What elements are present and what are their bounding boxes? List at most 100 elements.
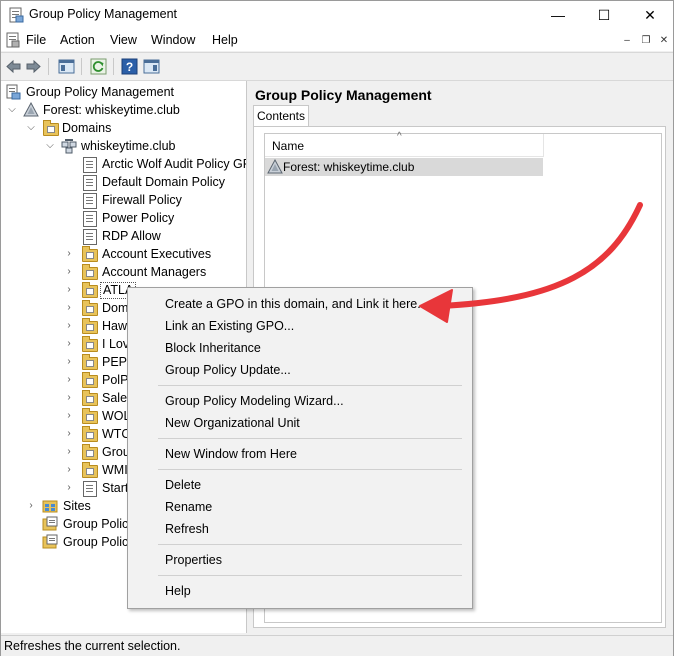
tree-item-gpo-link[interactable]: Firewall Policy xyxy=(81,191,245,209)
menu-separator xyxy=(158,544,462,545)
refresh-icon[interactable] xyxy=(90,58,107,75)
tree-item-domains[interactable]: ⌵ Domains xyxy=(26,119,245,137)
show-hide-console-tree-icon[interactable] xyxy=(58,58,75,75)
menu-item-create-gpo-and-link[interactable]: Create a GPO in this domain, and Link it… xyxy=(165,295,428,313)
menu-item-delete[interactable]: Delete xyxy=(165,476,201,494)
menu-separator xyxy=(158,385,462,386)
tree-label: Arctic Wolf Audit Policy GPO xyxy=(102,157,247,171)
ou-folder-icon xyxy=(81,372,98,388)
column-header-name[interactable]: ^ Name xyxy=(265,131,544,157)
toolbar: ? xyxy=(1,52,673,81)
toolbar-separator xyxy=(81,58,82,75)
mdi-minimize-button[interactable]: – xyxy=(619,33,635,47)
back-arrow-icon[interactable] xyxy=(5,58,22,75)
menu-item-rename[interactable]: Rename xyxy=(165,498,212,516)
menu-item-link-existing-gpo[interactable]: Link an Existing GPO... xyxy=(165,317,294,335)
menu-item-modeling-wizard[interactable]: Group Policy Modeling Wizard... xyxy=(165,392,344,410)
tree-label: Account Managers xyxy=(102,265,207,279)
menu-item-block-inheritance[interactable]: Block Inheritance xyxy=(165,339,261,357)
tree-label: Group Policy Management xyxy=(26,85,174,99)
chevron-right-icon[interactable]: › xyxy=(64,407,74,425)
ou-folder-icon xyxy=(81,444,98,460)
menu-item-new-window[interactable]: New Window from Here xyxy=(165,445,297,463)
ou-folder-icon xyxy=(81,354,98,370)
gpo-link-icon xyxy=(81,192,97,209)
menu-view[interactable]: View xyxy=(110,33,137,47)
chevron-down-icon[interactable]: ⌵ xyxy=(7,101,17,119)
tree-label: PEP xyxy=(102,355,128,369)
tree-item-gpo-link[interactable]: Power Policy xyxy=(81,209,245,227)
ou-folder-icon xyxy=(81,408,98,424)
tree-label: Dom xyxy=(102,301,129,315)
tree-item-gpo-link[interactable]: Default Domain Policy xyxy=(81,173,245,191)
menu-item-group-policy-update[interactable]: Group Policy Update... xyxy=(165,361,291,379)
chevron-right-icon[interactable]: › xyxy=(64,317,74,335)
tree-label: Group Policy xyxy=(63,535,135,549)
minimize-button[interactable]: — xyxy=(535,1,581,29)
list-item[interactable]: Forest: whiskeytime.club xyxy=(265,158,543,176)
starter-gpos-icon xyxy=(81,480,97,497)
chevron-right-icon[interactable]: › xyxy=(64,389,74,407)
close-button[interactable]: ✕ xyxy=(627,1,673,29)
chevron-down-icon[interactable]: ⌵ xyxy=(26,119,36,137)
svg-text:?: ? xyxy=(126,60,133,74)
status-text: Refreshes the current selection. xyxy=(4,639,181,653)
tree-item-ou[interactable]: › Account Executives xyxy=(64,245,245,263)
chevron-right-icon[interactable]: › xyxy=(64,479,74,497)
ou-folder-icon xyxy=(81,390,98,406)
menu-item-help[interactable]: Help xyxy=(165,582,191,600)
tab-contents[interactable]: Contents xyxy=(253,105,309,126)
menu-help[interactable]: Help xyxy=(212,33,238,47)
chevron-right-icon[interactable]: › xyxy=(64,425,74,443)
ou-folder-icon xyxy=(81,264,98,280)
chevron-right-icon[interactable]: › xyxy=(64,263,74,281)
chevron-right-icon[interactable]: › xyxy=(64,461,74,479)
tree-label: I Lov xyxy=(102,337,130,351)
gpo-link-icon xyxy=(81,156,97,173)
tree-item-root[interactable]: Group Policy Management xyxy=(5,83,245,101)
forward-arrow-icon[interactable] xyxy=(25,58,42,75)
chevron-down-icon[interactable]: ⌵ xyxy=(45,137,55,155)
pane-title: Group Policy Management xyxy=(255,87,432,103)
chevron-right-icon[interactable]: › xyxy=(64,245,74,263)
mmc-doc-icon[interactable] xyxy=(5,32,21,48)
menu-file[interactable]: File xyxy=(26,33,46,47)
menu-bar: File Action View Window Help – ❐ ✕ xyxy=(1,29,673,51)
mdi-restore-button[interactable]: ❐ xyxy=(638,33,654,47)
tree-item-domain[interactable]: ⌵ whiskeytime.club xyxy=(45,137,245,155)
menu-item-properties[interactable]: Properties xyxy=(165,551,222,569)
list-item-label: Forest: whiskeytime.club xyxy=(283,160,415,174)
context-menu: Create a GPO in this domain, and Link it… xyxy=(127,287,473,609)
gp-modeling-icon xyxy=(42,516,58,531)
maximize-button[interactable]: ☐ xyxy=(581,1,627,29)
ou-folder-icon xyxy=(81,336,98,352)
chevron-right-icon[interactable]: › xyxy=(64,371,74,389)
chevron-right-icon[interactable]: › xyxy=(64,299,74,317)
tree-item-gpo-link[interactable]: RDP Allow xyxy=(81,227,245,245)
gpo-link-icon xyxy=(81,210,97,227)
tree-label: RDP Allow xyxy=(102,229,161,243)
show-hide-action-pane-icon[interactable] xyxy=(143,58,160,75)
chevron-right-icon[interactable]: › xyxy=(64,353,74,371)
chevron-right-icon[interactable]: › xyxy=(64,335,74,353)
domains-folder-icon xyxy=(42,120,59,136)
tree-item-gpo-link[interactable]: Arctic Wolf Audit Policy GPO xyxy=(81,155,247,173)
menu-item-new-ou[interactable]: New Organizational Unit xyxy=(165,414,300,432)
tree-label: Power Policy xyxy=(102,211,175,225)
status-bar: Refreshes the current selection. xyxy=(1,635,673,656)
chevron-right-icon[interactable]: › xyxy=(64,281,74,299)
chevron-right-icon[interactable]: › xyxy=(26,497,36,515)
menu-window[interactable]: Window xyxy=(151,33,195,47)
menu-action[interactable]: Action xyxy=(60,33,95,47)
help-icon[interactable]: ? xyxy=(121,58,138,75)
menu-item-refresh[interactable]: Refresh xyxy=(165,520,209,538)
mdi-close-button[interactable]: ✕ xyxy=(656,33,672,47)
wmi-filters-icon xyxy=(81,462,98,478)
title-bar[interactable]: Group Policy Management — ☐ ✕ xyxy=(1,1,673,29)
chevron-right-icon[interactable]: › xyxy=(64,443,74,461)
tree-label: Domains xyxy=(62,121,112,135)
tree-item-forest[interactable]: ⌵ Forest: whiskeytime.club xyxy=(7,101,245,119)
tree-item-ou[interactable]: › Account Managers xyxy=(64,263,245,281)
ou-folder-icon xyxy=(81,318,98,334)
ou-folder-icon xyxy=(81,246,98,262)
